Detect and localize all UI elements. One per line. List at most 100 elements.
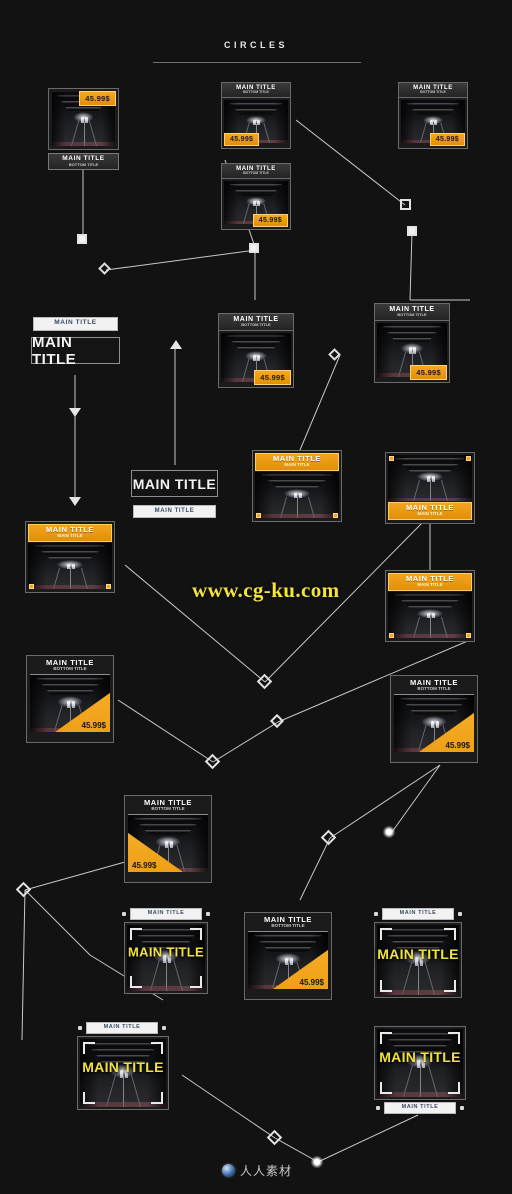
- card-c04[interactable]: MAIN TITLE BOTTOM TITLE 45.99$: [398, 82, 468, 149]
- card-sub-title: BOTTOM TITLE: [420, 90, 446, 95]
- card-c08[interactable]: MAIN TITLE: [31, 334, 120, 368]
- card-c14[interactable]: MAIN TITLE MAIN TITLE: [385, 570, 475, 642]
- bracket-corner-icon: [83, 1042, 95, 1054]
- card-c01[interactable]: 45.99$: [48, 88, 119, 150]
- card-c01-caption[interactable]: MAIN TITLE BOTTOM TITLE: [48, 153, 119, 170]
- floor-band: [30, 727, 110, 732]
- bracket-corner-icon: [448, 1082, 460, 1094]
- card-c17[interactable]: MAIN TITLE BOTTOM TITLE 45.99$: [124, 795, 212, 883]
- tab-dot-icon: [458, 912, 462, 916]
- card-c13[interactable]: MAIN TITLE MAIN TITLE: [25, 521, 115, 593]
- figures-icon: [221, 355, 291, 361]
- card-c18[interactable]: MAIN TITLE BOTTOM TITLE 45.99$: [244, 912, 332, 1000]
- card-c12[interactable]: MAIN TITLE MAIN TITLE: [385, 452, 475, 524]
- connector-node: [407, 226, 417, 236]
- card-c22-tab[interactable]: MAIN TITLE: [376, 1102, 464, 1114]
- corner-marker-icon: [29, 584, 34, 589]
- price-badge[interactable]: 45.99$: [224, 133, 260, 146]
- floor-band: [52, 142, 115, 146]
- figures-icon: [388, 612, 472, 619]
- card-c05[interactable]: MAIN TITLE BOTTOM TITLE 45.99$: [218, 313, 294, 388]
- card-main-title: MAIN TITLE: [147, 910, 185, 916]
- tab-dot-icon: [376, 1106, 380, 1110]
- card-caption: MAIN TITLE BOTTOM TITLE: [375, 304, 449, 321]
- photo-wrap: [388, 455, 472, 501]
- card-c21-tab[interactable]: MAIN TITLE: [78, 1022, 166, 1034]
- card-frame: MAIN TITLE: [124, 922, 208, 994]
- price-badge[interactable]: 45.99$: [252, 214, 288, 227]
- card-c15[interactable]: MAIN TITLE BOTTOM TITLE 45.99$: [26, 655, 114, 743]
- card-c16[interactable]: MAIN TITLE BOTTOM TITLE 45.99$: [390, 675, 478, 763]
- card-sub-title: MAIN TITLE: [57, 532, 83, 538]
- rails: [388, 616, 472, 638]
- card-frame: MAIN TITLE BOTTOM TITLE 45.99$: [374, 303, 450, 383]
- price-badge[interactable]: 45.99$: [429, 133, 465, 146]
- card-sub-title: BOTTOM TITLE: [243, 171, 269, 176]
- corner-marker-icon: [106, 584, 111, 589]
- header-divider: [153, 62, 361, 63]
- card-c10[interactable]: MAIN TITLE: [133, 505, 216, 518]
- floor-line: [418, 963, 419, 995]
- floor-line: [70, 567, 71, 589]
- card-frame: 45.99$: [48, 88, 119, 150]
- card-c21[interactable]: MAIN TITLE: [77, 1036, 169, 1110]
- card-c02[interactable]: MAIN TITLE BOTTOM TITLE 45.99$: [221, 82, 291, 149]
- card-frame: MAIN TITLE: [77, 1036, 169, 1110]
- card-caption: MAIN TITLE MAIN TITLE: [255, 453, 339, 471]
- price-badge[interactable]: 45.99$: [410, 365, 447, 380]
- card-frame: MAIN TITLE MAIN TITLE: [385, 452, 475, 524]
- rails: [30, 704, 110, 732]
- card-c11[interactable]: MAIN TITLE MAIN TITLE: [252, 450, 342, 522]
- card-c06[interactable]: MAIN TITLE BOTTOM TITLE 45.99$: [374, 303, 450, 383]
- tab-dot-icon: [78, 1026, 82, 1030]
- card-frame: MAIN TITLE MAIN TITLE: [25, 521, 115, 593]
- price-badge[interactable]: 45.99$: [79, 91, 116, 106]
- connector-arrow: [69, 408, 81, 417]
- card-frame: MAIN TITLE BOTTOM TITLE 45.99$: [221, 82, 291, 149]
- card-sub-title: BOTTOM TITLE: [68, 161, 99, 167]
- card-main-title: MAIN TITLE: [103, 1024, 141, 1030]
- floor-line: [288, 962, 289, 989]
- bracket-corner-icon: [151, 1092, 163, 1104]
- connector-node: [266, 1129, 283, 1146]
- card-main-title: MAIN TITLE: [54, 319, 97, 326]
- price-badge[interactable]: 45.99$: [254, 370, 291, 385]
- card-c22[interactable]: MAIN TITLE: [374, 1026, 466, 1100]
- floor-band: [388, 497, 472, 501]
- card-c20-tab[interactable]: MAIN TITLE: [374, 908, 462, 920]
- connector-node: [249, 243, 259, 253]
- tunnel-photo: [394, 694, 474, 752]
- card-frame: MAIN TITLE BOTTOM TITLE 45.99$: [218, 313, 294, 388]
- card-frame: MAIN TITLE BOTTOM TITLE 45.99$: [124, 795, 212, 883]
- photo-wrap: 45.99$: [128, 813, 208, 872]
- connector-node: [320, 829, 337, 846]
- card-c20[interactable]: MAIN TITLE: [374, 922, 462, 998]
- card-sub-title: MAIN TITLE: [284, 461, 310, 467]
- card-c19-tab[interactable]: MAIN TITLE: [122, 908, 210, 920]
- bracket-corner-icon: [444, 980, 456, 992]
- watermark-brand-text: 人人素材: [240, 1164, 293, 1178]
- figures-icon: [248, 957, 328, 965]
- card-caption: MAIN TITLE BOTTOM TITLE: [30, 659, 110, 674]
- connector-node: [77, 234, 87, 244]
- corner-marker-icon: [333, 513, 338, 518]
- card-c07[interactable]: MAIN TITLE: [33, 317, 118, 331]
- rails: [248, 961, 328, 989]
- floor-line: [297, 496, 298, 518]
- glow-node: [383, 826, 395, 838]
- card-caption: MAIN TITLE BOTTOM TITLE: [394, 679, 474, 694]
- connector-node: [15, 881, 32, 898]
- tab-dot-icon: [374, 912, 378, 916]
- card-caption: MAIN TITLE BOTTOM TITLE: [222, 164, 290, 179]
- card-c03[interactable]: MAIN TITLE BOTTOM TITLE 45.99$: [221, 163, 291, 230]
- tab-dot-icon: [122, 912, 126, 916]
- card-frame: MAIN TITLE: [374, 1026, 466, 1100]
- tunnel-photo: [128, 814, 208, 872]
- watermark-url: www.cg-ku.com: [192, 578, 340, 602]
- card-frame: MAIN TITLE BOTTOM TITLE 45.99$: [390, 675, 478, 763]
- card-c09[interactable]: MAIN TITLE: [131, 470, 218, 497]
- card-c19[interactable]: MAIN TITLE: [124, 922, 208, 994]
- card-main-title: MAIN TITLE: [379, 1049, 461, 1066]
- card-caption: MAIN TITLE BOTTOM TITLE: [222, 83, 290, 98]
- card-main-title: MAIN TITLE: [399, 910, 437, 916]
